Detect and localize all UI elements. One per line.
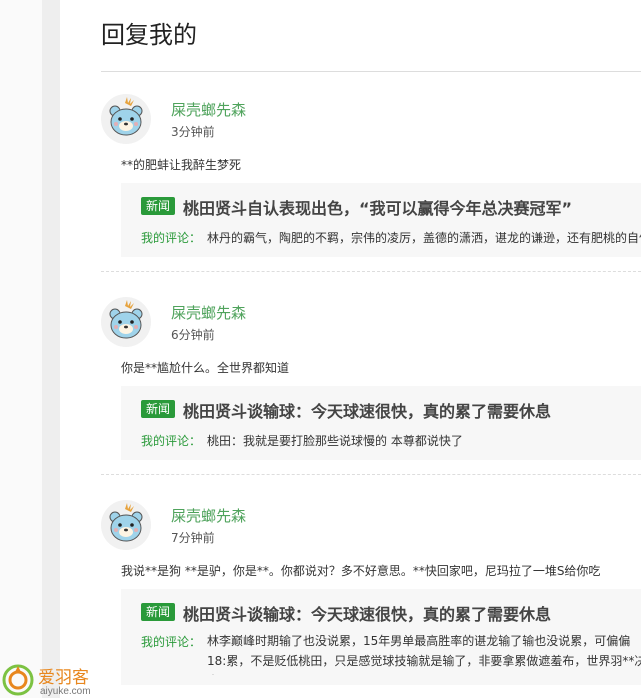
reply-text: **的肥蚌让我醉生梦死 [121, 158, 242, 172]
main-content: 回复我的 屎壳螂先森 3分钟前 **的肥蚌让我醉生梦死 新闻 桃田贤斗自认表现出… [60, 0, 641, 698]
news-title-link[interactable]: 桃田贤斗谈输球：今天球速很快，真的累了需要休息 [183, 398, 551, 422]
news-badge: 新闻 [141, 197, 176, 215]
news-badge: 新闻 [141, 603, 176, 621]
bear-avatar-icon[interactable] [101, 500, 151, 550]
news-title-link[interactable]: 桃田贤斗谈输球：今天球速很快，真的累了需要休息 [183, 601, 551, 625]
my-comment-text: 林李巅峰时期输了也没说累，15年男单最高胜率的谌龙输了输也没说累，可偏偏18:累… [207, 634, 641, 675]
my-comment-label: 我的评论： [141, 434, 202, 448]
news-badge: 新闻 [141, 400, 176, 418]
username-link[interactable]: 屎壳螂先森 [171, 99, 246, 120]
quoted-news-box: 新闻 桃田贤斗谈输球：今天球速很快，真的累了需要休息 我的评论： 桃田：我就是要… [121, 386, 641, 460]
my-comment-text: 桃田：我就是要打脸那些说球慢的 本尊都说快了 [207, 434, 463, 448]
my-comment-text: 林丹的霸气，陶肥的不羁，宗伟的凌厉，盖德的潇洒，谌龙的谦逊，还有肥桃的自信 [207, 231, 641, 245]
reply-item: 屎壳螂先森 7分钟前 我说**是狗 **是驴，你是**。你都说对？多不好意思。*… [101, 478, 641, 698]
quoted-news-box: 新闻 桃田贤斗自认表现出色，“我可以赢得今年总决赛冠军” 我的评论： 林丹的霸气… [121, 183, 641, 257]
reply-item: 屎壳螂先森 6分钟前 你是**尴尬什么。全世界都知道 新闻 桃田贤斗谈输球：今天… [101, 275, 641, 475]
bear-avatar-icon[interactable] [101, 94, 151, 144]
left-gutter [0, 0, 42, 698]
quoted-news-box: 新闻 桃田贤斗谈输球：今天球速很快，真的累了需要休息 我的评论： 林李巅峰时期输… [121, 589, 641, 685]
reply-text: 你是**尴尬什么。全世界都知道 [121, 361, 290, 375]
watermark-domain: aiyuke.com [40, 686, 91, 697]
username-link[interactable]: 屎壳螂先森 [171, 505, 246, 526]
news-title-link[interactable]: 桃田贤斗自认表现出色，“我可以赢得今年总决赛冠军” [183, 195, 572, 219]
timestamp: 3分钟前 [171, 125, 215, 139]
reply-text: 我说**是狗 **是驴，你是**。你都说对？多不好意思。**快回家吧，尼玛拉了一… [121, 564, 601, 578]
bear-avatar-icon[interactable] [101, 297, 151, 347]
page-title: 回复我的 [101, 21, 197, 49]
my-comment-label: 我的评论： [141, 635, 202, 649]
site-watermark: 爱羽客 aiyuke.com [2, 662, 112, 698]
timestamp: 6分钟前 [171, 328, 215, 342]
reply-divider [101, 271, 641, 272]
watermark-name: 爱羽客 [38, 668, 89, 688]
timestamp: 7分钟前 [171, 531, 215, 545]
my-comment-label: 我的评论： [141, 231, 202, 245]
reply-item: 屎壳螂先森 3分钟前 **的肥蚌让我醉生梦死 新闻 桃田贤斗自认表现出色，“我可… [101, 72, 641, 272]
username-link[interactable]: 屎壳螂先森 [171, 302, 246, 323]
left-rail [42, 0, 60, 698]
aiyuke-logo-icon [2, 664, 34, 696]
reply-divider [101, 474, 641, 475]
